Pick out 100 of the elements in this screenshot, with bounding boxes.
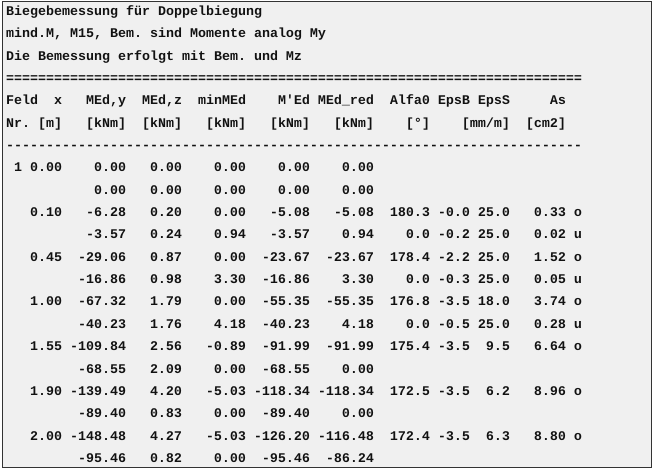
table-cell-text: 25.0	[478, 250, 510, 268]
table-cell-text: 0.00	[342, 362, 374, 380]
text-line: mind.M, M15, Bem. sind Momente analog My	[6, 26, 326, 44]
table-cell-text: u	[574, 272, 582, 290]
table-cell-text: -5.08	[270, 205, 310, 224]
table-cell-text: 0.00	[214, 294, 246, 312]
table-cell-text: 1	[14, 160, 22, 178]
table-cell-text: 1.90	[30, 384, 62, 402]
table-cell-text: -3.5	[438, 294, 470, 312]
table-cell-text: 0.00	[214, 250, 246, 268]
table-cell-text: 2.00	[30, 428, 62, 447]
table-cell-text: -5.08	[334, 205, 374, 224]
table-cell-text: 0.00	[214, 160, 246, 178]
table-cell-text: 172.5	[390, 384, 430, 402]
table-cell-text: 25.0	[478, 227, 510, 246]
table-cell-text: 8.80	[534, 428, 566, 447]
table-cell-text: 9.5	[486, 339, 510, 358]
text-line: Biegebemessung für Doppelbiegung	[6, 4, 262, 22]
table-cell-text: 0.82	[150, 450, 182, 467]
table-cell-text: -0.5	[438, 316, 470, 335]
table-cell-text: 0.87	[150, 250, 182, 268]
table-cell-text: 8.96	[534, 384, 566, 402]
table-cell-text: -0.2	[438, 227, 470, 246]
table-cell-text: 3.74	[534, 294, 566, 312]
table-cell-text: 172.4	[390, 428, 430, 447]
separator-line: ========================================================================	[6, 71, 582, 90]
table-cell-text: 0.00	[278, 160, 310, 178]
table-cell-text: 0.00	[214, 406, 246, 424]
table-cell-text: -89.40	[78, 406, 126, 424]
table-cell-text: u	[574, 316, 582, 335]
table-cell-text: 178.4	[390, 250, 430, 268]
table-cell-text: 6.3	[486, 428, 510, 447]
table-cell-text: 1.55	[30, 339, 62, 358]
table-cell-text: o	[574, 428, 582, 447]
table-cell-text: 0.00	[94, 182, 126, 201]
table-cell-text: 3.30	[342, 272, 374, 290]
table-cell-text: -95.46	[78, 450, 126, 467]
table-cell-text: -3.5	[438, 428, 470, 447]
table-cell-text: 0.20	[150, 205, 182, 224]
table-cell-text: -29.06	[78, 250, 126, 268]
table-cell-text: 25.0	[478, 316, 510, 335]
table-cell-text: 0.83	[150, 406, 182, 424]
table-cell-text: 0.33	[534, 205, 566, 224]
table-cell-text: 0.00	[150, 182, 182, 201]
table-cell-text: -16.86	[78, 272, 126, 290]
table-cell-text: -3.5	[438, 384, 470, 402]
table-cell-text: -3.57	[270, 227, 310, 246]
table-cell-text: 0.00	[30, 160, 62, 178]
table-cell-text: -68.55	[262, 362, 310, 380]
table-cell-text: 0.98	[150, 272, 182, 290]
table-cell-text: 1.52	[534, 250, 566, 268]
table-cell-text: -109.84	[70, 339, 126, 358]
table-cell-text: o	[574, 384, 582, 402]
table-cell-text: 25.0	[478, 205, 510, 224]
table-cell-text: 0.10	[30, 205, 62, 224]
table-cell-text: 0.00	[214, 362, 246, 380]
table-cell-text: 0.05	[534, 272, 566, 290]
table-cell-text: 0.45	[30, 250, 62, 268]
table-cell-text: -118.34	[318, 384, 374, 402]
table-cell-text: 176.8	[390, 294, 430, 312]
column-header: Feld x MEd,y MEd,z minMEd M'Ed MEd_red Alfa0 EpsB EpsS As	[6, 93, 566, 112]
table-cell-text: -139.49	[70, 384, 126, 402]
text-line: Die Bemessung erfolgt mit Bem. und Mz	[6, 48, 302, 67]
table-cell-text: -91.99	[262, 339, 310, 358]
table-cell-text: -148.48	[70, 428, 126, 447]
table-cell-text: 0.00	[342, 406, 374, 424]
table-cell-text: 0.00	[214, 205, 246, 224]
table-cell-text: 3.30	[214, 272, 246, 290]
table-cell-text: 18.0	[478, 294, 510, 312]
table-cell-text: o	[574, 205, 582, 224]
table-cell-text: 0.00	[94, 160, 126, 178]
table-cell-text: -6.28	[86, 205, 126, 224]
table-cell-text: -126.20	[254, 428, 310, 447]
table-cell-text: 0.94	[214, 227, 246, 246]
table-cell-text: 0.00	[342, 182, 374, 201]
table-cell-text: 0.00	[278, 182, 310, 201]
table-cell-text: 4.27	[150, 428, 182, 447]
table-cell-text: o	[574, 339, 582, 358]
table-cell-text: -23.67	[326, 250, 374, 268]
table-cell-text: 0.0	[406, 316, 430, 335]
table-cell-text: 6.2	[486, 384, 510, 402]
table-cell-text: -118.34	[254, 384, 310, 402]
table-cell-text: -0.3	[438, 272, 470, 290]
table-cell-text: o	[574, 294, 582, 312]
table-cell-text: 1.00	[30, 294, 62, 312]
table-cell-text: -16.86	[262, 272, 310, 290]
table-cell-text: 0.02	[534, 227, 566, 246]
table-cell-text: -5.03	[206, 384, 246, 402]
table-cell-text: 0.0	[406, 272, 430, 290]
table-cell-text: -3.5	[438, 339, 470, 358]
table-cell-text: -3.57	[86, 227, 126, 246]
table-cell-text: -68.55	[78, 362, 126, 380]
table-cell-text: -95.46	[262, 450, 310, 467]
table-cell-text: 180.3	[390, 205, 430, 224]
table-cell-text: 0.00	[214, 450, 246, 467]
table-cell-text: -40.23	[78, 316, 126, 335]
table-cell-text: 0.00	[342, 160, 374, 178]
table-cell-text: 25.0	[478, 272, 510, 290]
table-cell-text: 6.64	[534, 339, 566, 358]
table-cell-text: 0.00	[150, 160, 182, 178]
